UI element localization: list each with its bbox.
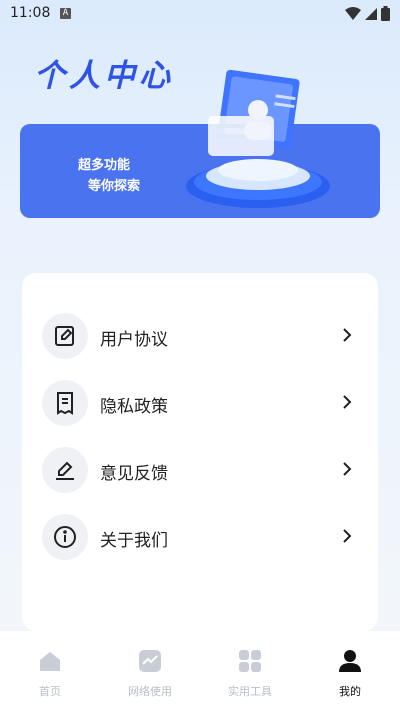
receipt-icon — [42, 380, 88, 426]
tab-mine[interactable]: 我的 — [300, 631, 400, 711]
person-icon — [339, 650, 361, 672]
chevron-right-icon — [343, 462, 352, 476]
grid-icon — [239, 650, 261, 672]
menu-item-label: 关于我们 — [100, 531, 168, 551]
chevron-right-icon — [343, 328, 352, 342]
status-icons — [345, 6, 390, 21]
wifi-icon — [345, 6, 361, 20]
menu-item-privacy-policy[interactable]: 隐私政策 — [22, 380, 378, 426]
chart-icon — [139, 650, 161, 672]
tab-label: 网络使用 — [128, 685, 172, 698]
banner-line-2: 等你探索 — [88, 179, 141, 194]
menu-item-label: 用户协议 — [100, 330, 168, 350]
edit-doc-icon — [42, 313, 88, 359]
info-icon — [42, 514, 88, 560]
chevron-right-icon — [343, 395, 352, 409]
banner-line-1: 超多功能 — [78, 158, 131, 173]
tab-label: 首页 — [39, 685, 61, 698]
status-time: 11:08 — [10, 5, 51, 21]
bottom-tab-bar: 首页 网络使用 实用工具 我的 — [0, 631, 400, 711]
status-bar: 11:08 A — [0, 0, 400, 28]
home-icon — [40, 652, 60, 671]
battery-icon — [381, 6, 390, 21]
page-title: 个人中心 — [34, 58, 174, 94]
tab-home[interactable]: 首页 — [0, 631, 100, 711]
tab-network-usage[interactable]: 网络使用 — [100, 631, 200, 711]
menu-card: 用户协议 隐私政策 意见反馈 关于我们 — [22, 273, 378, 631]
menu-item-label: 意见反馈 — [100, 464, 168, 484]
chevron-right-icon — [343, 529, 352, 543]
pen-icon — [42, 447, 88, 493]
profile-illustration — [186, 69, 330, 208]
notification-icon: A — [60, 8, 71, 19]
tab-label: 实用工具 — [228, 685, 272, 698]
tab-label: 我的 — [339, 685, 361, 698]
tab-utilities[interactable]: 实用工具 — [200, 631, 300, 711]
menu-item-about-us[interactable]: 关于我们 — [22, 514, 378, 560]
signal-icon — [365, 7, 377, 20]
menu-item-label: 隐私政策 — [100, 397, 168, 417]
menu-item-user-agreement[interactable]: 用户协议 — [22, 313, 378, 359]
menu-item-feedback[interactable]: 意见反馈 — [22, 447, 378, 493]
